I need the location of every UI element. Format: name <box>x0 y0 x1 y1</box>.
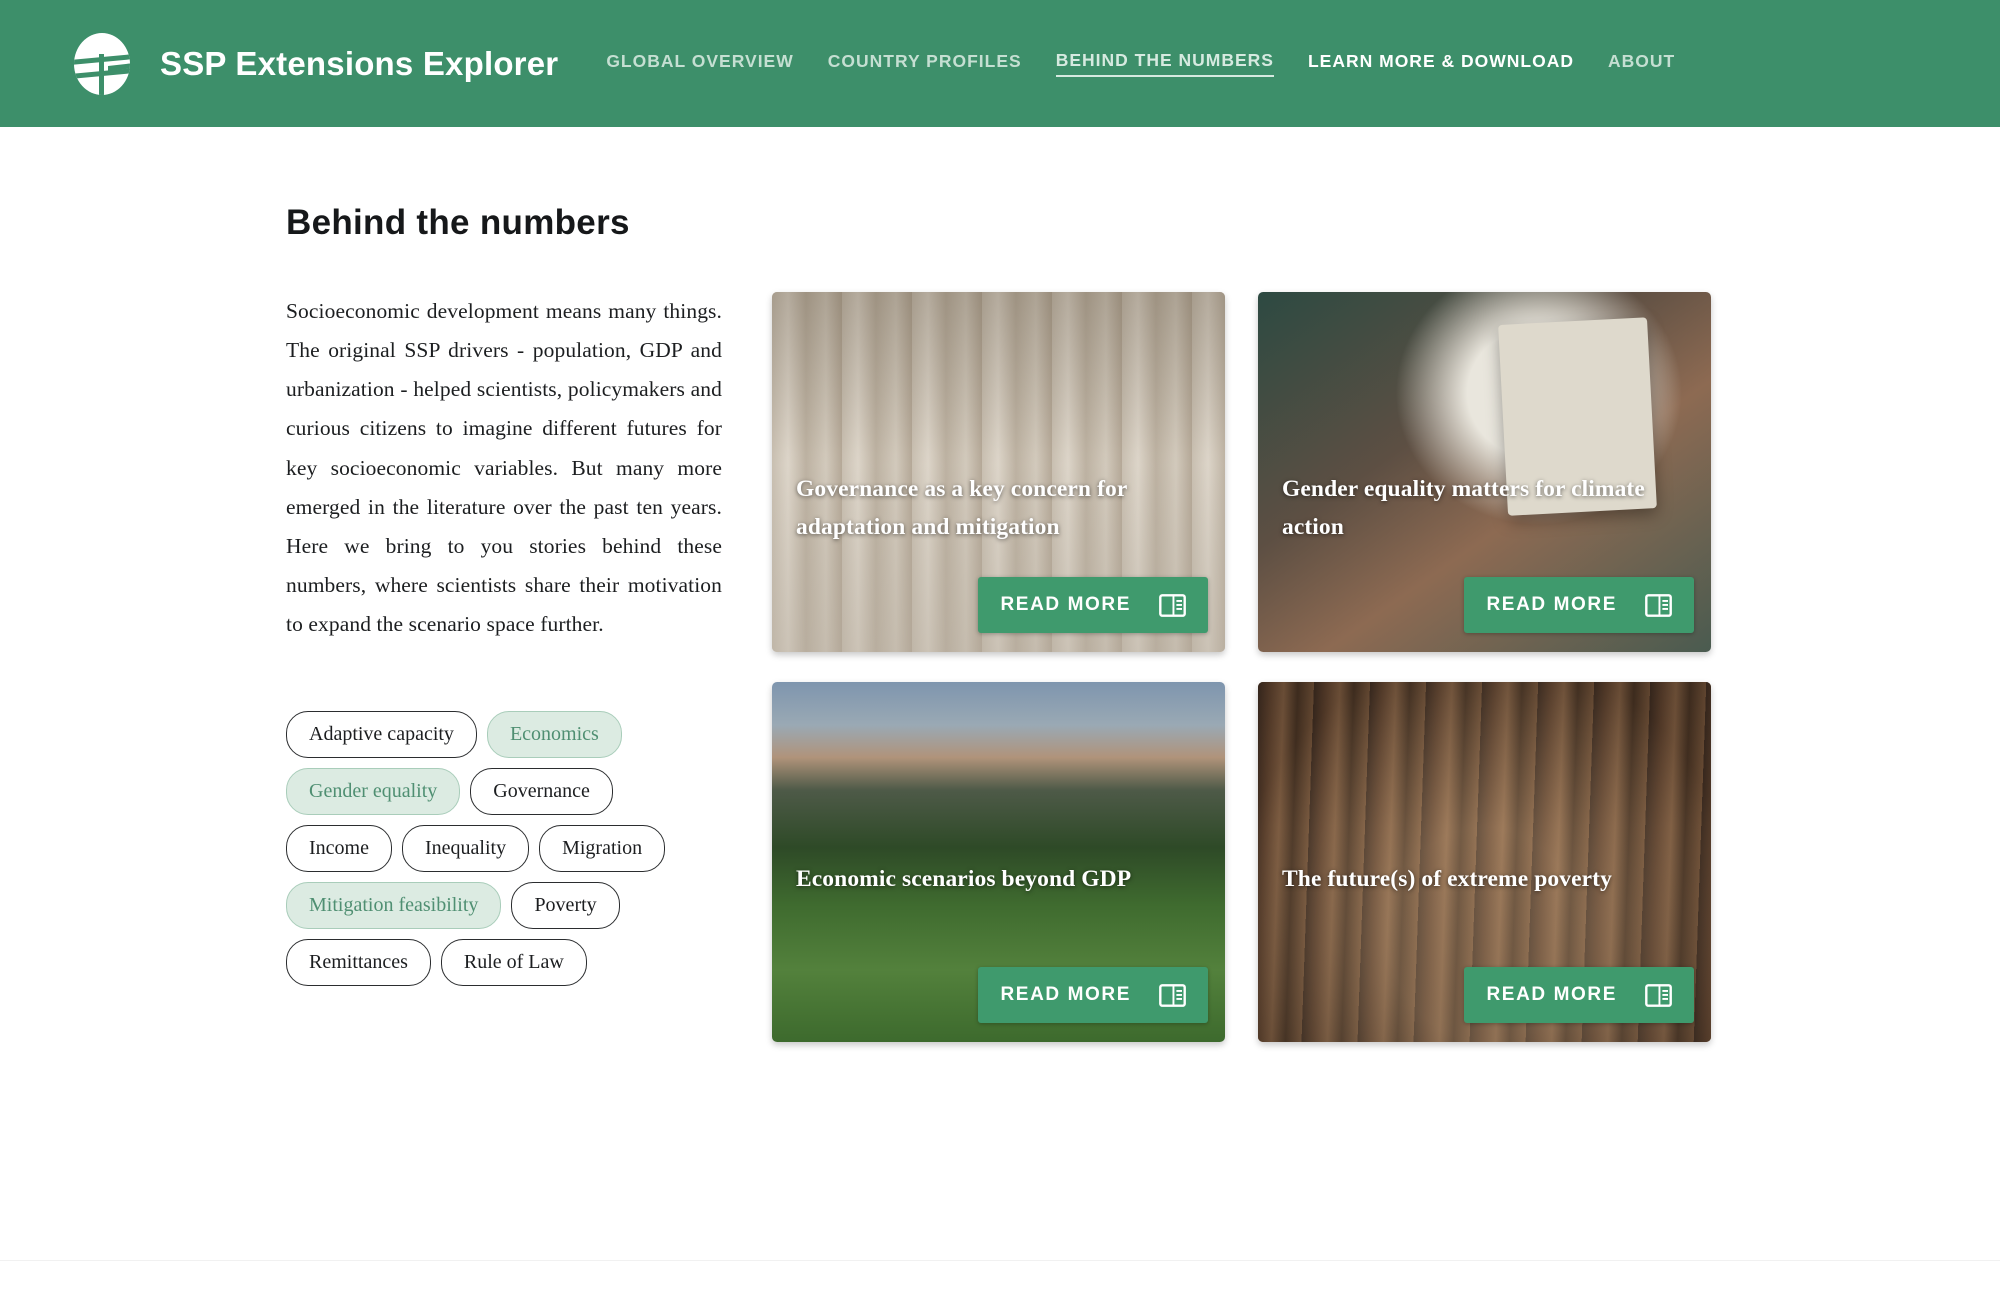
main-nav: GLOBAL OVERVIEW COUNTRY PROFILES BEHIND … <box>606 50 1675 77</box>
nav-item-about[interactable]: ABOUT <box>1608 51 1675 76</box>
page-title: Behind the numbers <box>286 203 630 242</box>
story-card-governance[interactable]: Governance as a key concern for adaptati… <box>772 292 1225 652</box>
bottom-divider <box>0 1260 2000 1261</box>
intro-paragraph: Socioeconomic development means many thi… <box>286 299 722 636</box>
brand-title: SSP Extensions Explorer <box>160 44 559 82</box>
read-more-button[interactable]: READ MORE <box>1464 577 1694 633</box>
tag-mitigation-feasibility[interactable]: Mitigation feasibility <box>286 882 502 930</box>
article-icon <box>1645 593 1672 617</box>
tag-inequality[interactable]: Inequality <box>401 825 530 873</box>
story-card-title: The future(s) of extreme poverty <box>1282 866 1612 892</box>
page-body: Behind the numbers Socioeconomic develop… <box>0 127 2000 1291</box>
read-more-button[interactable]: READ MORE <box>978 577 1208 633</box>
tag-remittances[interactable]: Remittances <box>286 939 431 987</box>
story-card-extreme-poverty[interactable]: The future(s) of extreme poverty READ MO… <box>1258 682 1711 1042</box>
story-card-economic-scenarios[interactable]: Economic scenarios beyond GDP READ MORE <box>772 682 1225 1042</box>
story-card-title: Economic scenarios beyond GDP <box>796 866 1132 892</box>
ssp-globe-logo-icon[interactable] <box>68 30 136 98</box>
story-card-title: Gender equality matters for climate acti… <box>1282 476 1645 541</box>
story-card-gender-equality[interactable]: Gender equality matters for climate acti… <box>1258 292 1711 652</box>
tag-adaptive-capacity[interactable]: Adaptive capacity <box>286 711 477 759</box>
read-more-label: READ MORE <box>1000 984 1131 1005</box>
tag-income[interactable]: Income <box>286 825 392 873</box>
tag-economics[interactable]: Economics <box>486 711 622 759</box>
nav-item-country-profiles[interactable]: COUNTRY PROFILES <box>828 51 1022 76</box>
read-more-label: READ MORE <box>1486 594 1617 615</box>
read-more-button[interactable]: READ MORE <box>1464 967 1694 1023</box>
tag-gender-equality[interactable]: Gender equality <box>286 768 461 816</box>
article-icon <box>1159 593 1186 617</box>
nav-item-global-overview[interactable]: GLOBAL OVERVIEW <box>606 51 793 76</box>
tag-poverty[interactable]: Poverty <box>511 882 620 930</box>
article-icon <box>1159 983 1186 1007</box>
content-grid: Socioeconomic development means many thi… <box>286 292 1716 1042</box>
tag-rule-of-law[interactable]: Rule of Law <box>440 939 587 987</box>
left-column: Socioeconomic development means many thi… <box>286 292 722 1042</box>
story-card-title: Governance as a key concern for adaptati… <box>796 476 1127 541</box>
tag-governance[interactable]: Governance <box>470 768 613 816</box>
nav-item-behind-the-numbers[interactable]: BEHIND THE NUMBERS <box>1055 50 1274 77</box>
read-more-label: READ MORE <box>1486 984 1617 1005</box>
nav-item-learn-more-download[interactable]: LEARN MORE & DOWNLOAD <box>1308 51 1574 76</box>
tag-filter-list: Adaptive capacity Economics Gender equal… <box>286 711 696 987</box>
site-header: SSP Extensions Explorer GLOBAL OVERVIEW … <box>0 0 2000 133</box>
tag-migration[interactable]: Migration <box>539 825 666 873</box>
story-card-grid: Governance as a key concern for adaptati… <box>772 292 1716 1042</box>
read-more-label: READ MORE <box>1000 594 1131 615</box>
article-icon <box>1645 983 1672 1007</box>
read-more-button[interactable]: READ MORE <box>978 967 1208 1023</box>
